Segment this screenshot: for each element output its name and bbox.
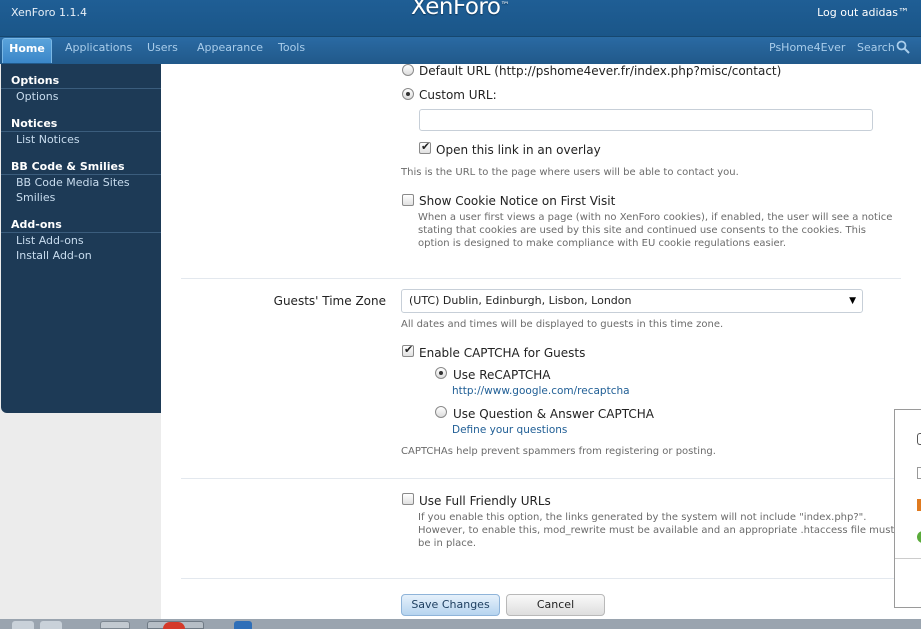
enable-captcha-checkbox[interactable]: [402, 343, 414, 357]
sidebar-heading-options[interactable]: Options: [1, 72, 161, 89]
cookie-hint-line-1: When a user first views a page (with no …: [418, 212, 893, 223]
qa-captcha-label: Use Question & Answer CAPTCHA: [453, 407, 654, 421]
admin-header: XenForo 1.1.4 XenForo™ Log out adidas™ H…: [0, 0, 921, 64]
recaptcha-label: Use ReCAPTCHA: [453, 368, 551, 382]
os-taskbar: [0, 619, 921, 629]
site-link[interactable]: PsHome4Ever: [769, 41, 845, 54]
overlay-checkbox[interactable]: [419, 140, 431, 154]
logo-text: XenForo: [411, 0, 501, 20]
tab-home[interactable]: Home: [2, 38, 52, 63]
cookie-notice-label: Show Cookie Notice on First Visit: [419, 194, 616, 208]
sidebar-heading-notices[interactable]: Notices: [1, 115, 161, 132]
sidebar-item-list-addons[interactable]: List Add-ons: [1, 233, 161, 248]
cookie-notice-checkbox[interactable]: [402, 194, 414, 206]
recaptcha-radio[interactable]: [435, 367, 447, 379]
xenforo-logo[interactable]: XenForo™: [411, 0, 509, 20]
save-changes-button[interactable]: Save Changes: [401, 594, 500, 616]
recaptcha-link[interactable]: http://www.google.com/recaptcha: [452, 385, 630, 397]
define-questions-link[interactable]: Define your questions: [452, 424, 567, 436]
captcha-hint: CAPTCHAs help prevent spammers from regi…: [401, 446, 716, 457]
search-icon[interactable]: [896, 40, 910, 54]
timezone-selected-value: (UTC) Dublin, Edinburgh, Lisbon, London: [409, 294, 632, 307]
version-label: XenForo 1.1.4: [11, 6, 87, 19]
cancel-button[interactable]: Cancel: [506, 594, 605, 616]
sidebar-heading-addons[interactable]: Add-ons: [1, 216, 161, 233]
sidebar-heading-bbcode[interactable]: BB Code & Smilies: [1, 158, 161, 175]
enable-captcha-label: Enable CAPTCHA for Guests: [419, 346, 586, 360]
section-divider: [181, 278, 901, 279]
section-divider: [181, 478, 901, 479]
document-icon[interactable]: [917, 467, 921, 479]
sidebar-group-options: Options Options: [1, 72, 161, 104]
friendly-urls-hint-line-1: If you enable this option, the links gen…: [418, 512, 867, 523]
dropdown-arrow-icon: ▼: [849, 296, 856, 306]
sidebar-item-install-addon[interactable]: Install Add-on: [1, 248, 161, 263]
default-url-radio[interactable]: [402, 64, 414, 76]
logout-link[interactable]: Log out adidas™: [817, 6, 909, 19]
cookie-hint-line-2: stating that cookies are used by this si…: [418, 225, 866, 236]
taskbar-item[interactable]: [234, 621, 252, 629]
tab-appearance[interactable]: Appearance: [197, 41, 263, 55]
default-url-label: Default URL (http://pshome4ever.fr/index…: [419, 64, 782, 78]
chrome-icon: [163, 622, 185, 629]
tab-applications[interactable]: Applications: [65, 41, 132, 55]
custom-url-label: Custom URL:: [419, 88, 497, 102]
timezone-label: Guests' Time Zone: [273, 294, 386, 308]
section-divider: [181, 578, 901, 579]
friendly-urls-checkbox[interactable]: [402, 493, 414, 505]
taskbar-item[interactable]: [12, 621, 34, 629]
logo-trademark: ™: [500, 1, 509, 11]
cookie-hint-line-3: option is designed to make compliance wi…: [418, 238, 787, 249]
options-form: Default URL (http://pshome4ever.fr/index…: [161, 64, 921, 619]
friendly-urls-hint-line-2: However, to enable this, mod_rewrite mus…: [418, 525, 895, 536]
taskbar-item[interactable]: [100, 621, 130, 629]
qa-captcha-radio[interactable]: [435, 406, 447, 418]
sidebar-item-bbcode-media-sites[interactable]: BB Code Media Sites: [1, 175, 161, 190]
custom-url-input[interactable]: [419, 109, 873, 131]
friendly-urls-label: Use Full Friendly URLs: [419, 494, 551, 508]
sidebar-item-list-notices[interactable]: List Notices: [1, 132, 161, 147]
status-icon[interactable]: [917, 531, 921, 543]
tab-tools[interactable]: Tools: [278, 41, 305, 55]
side-overlay-panel[interactable]: [894, 409, 921, 608]
printer-icon[interactable]: [917, 433, 921, 445]
sidebar-item-smilies[interactable]: Smilies: [1, 190, 161, 205]
sidebar: Options Options Notices List Notices BB …: [1, 64, 161, 413]
timezone-hint: All dates and times will be displayed to…: [401, 319, 724, 330]
friendly-urls-hint-line-3: be in place.: [418, 538, 477, 549]
overlay-label: Open this link in an overlay: [436, 143, 601, 157]
sidebar-group-addons: Add-ons List Add-ons Install Add-on: [1, 216, 161, 263]
rss-icon[interactable]: [917, 499, 921, 511]
taskbar-item[interactable]: [40, 621, 62, 629]
search-link[interactable]: Search: [857, 41, 895, 54]
contact-hint: This is the URL to the page where users …: [401, 167, 739, 178]
sidebar-item-options[interactable]: Options: [1, 89, 161, 104]
custom-url-radio[interactable]: [402, 88, 414, 100]
sidebar-group-notices: Notices List Notices: [1, 115, 161, 147]
sidebar-group-bbcode: BB Code & Smilies BB Code Media Sites Sm…: [1, 158, 161, 205]
tab-bar: Home Applications Users Appearance Tools…: [0, 36, 921, 64]
panel-divider: [895, 558, 921, 559]
timezone-select[interactable]: (UTC) Dublin, Edinburgh, Lisbon, London …: [401, 289, 863, 313]
tab-users[interactable]: Users: [147, 41, 178, 55]
